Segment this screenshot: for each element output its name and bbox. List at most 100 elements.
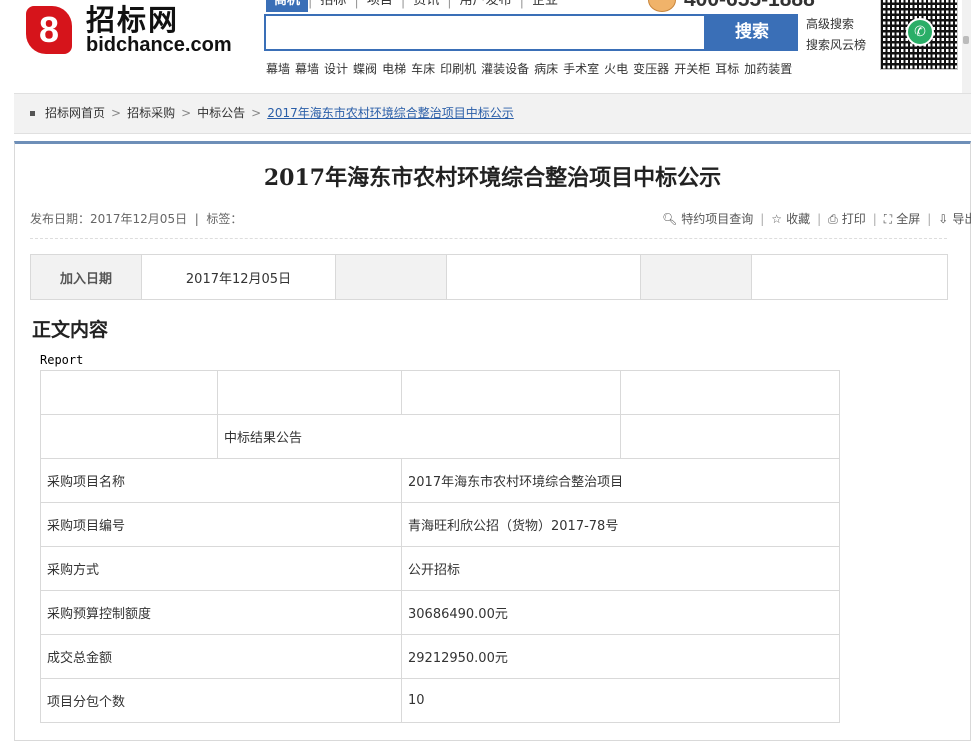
row-value: 29212950.00元 bbox=[401, 634, 840, 679]
hot-keyword[interactable]: 幕墙 bbox=[295, 60, 319, 78]
table-cell bbox=[40, 414, 218, 459]
row-value: 2017年海东市农村环境综合整治项目 bbox=[401, 458, 840, 503]
article-toolbar: 🔍︎ 特约项目查询 | ☆ 收藏 | ⎙ 打印 | ⛶ 全屏 | ⇩ 导出 bbox=[662, 211, 971, 227]
page-scrollbar[interactable] bbox=[962, 0, 971, 100]
breadcrumb-award-notice[interactable]: 中标公告 bbox=[197, 104, 245, 122]
logo-text[interactable]: 招标网 bbox=[86, 3, 179, 37]
row-label: 采购项目名称 bbox=[40, 458, 402, 503]
breadcrumb-current[interactable]: 2017年海东市农村环境综合整治项目中标公示 bbox=[267, 104, 514, 122]
tab-tender[interactable]: 招标 bbox=[312, 0, 354, 12]
row-label: 项目分包个数 bbox=[40, 678, 402, 723]
row-label: 采购方式 bbox=[40, 546, 402, 591]
hot-keyword[interactable]: 开关柜 bbox=[674, 60, 710, 78]
table-cell bbox=[401, 370, 621, 415]
hot-keyword[interactable]: 加药装置 bbox=[744, 60, 792, 78]
fullscreen-link[interactable]: 全屏 bbox=[896, 211, 920, 227]
hot-keyword[interactable]: 火电 bbox=[604, 60, 628, 78]
breadcrumb-bullet-icon bbox=[30, 110, 35, 116]
table-cell bbox=[620, 414, 840, 459]
chevron-right-icon: > bbox=[111, 106, 122, 120]
scrollbar-thumb[interactable] bbox=[963, 36, 969, 44]
table-cell bbox=[217, 370, 402, 415]
chevron-right-icon: > bbox=[181, 106, 192, 120]
hot-keyword[interactable]: 耳标 bbox=[715, 60, 739, 78]
add-date-label: 加入日期 bbox=[30, 254, 142, 300]
row-label: 采购预算控制额度 bbox=[40, 590, 402, 635]
print-icon: ⎙ bbox=[828, 212, 838, 226]
hotline-number: 400-655-1888 bbox=[684, 0, 815, 13]
advanced-search-link[interactable]: 高级搜索 bbox=[806, 16, 854, 32]
report-table: 中标结果公告 采购项目名称 2017年海东市农村环境综合整治项目 采购项目编号 … bbox=[40, 370, 840, 723]
hot-keyword[interactable]: 幕墙 bbox=[266, 60, 290, 78]
favorite-link[interactable]: 收藏 bbox=[786, 211, 810, 227]
export-link[interactable]: 导出 bbox=[952, 211, 971, 227]
row-label: 成交总金额 bbox=[40, 634, 402, 679]
info-label-cell bbox=[335, 254, 447, 300]
search-icon: 🔍︎ bbox=[662, 212, 678, 226]
table-row: 项目分包个数 10 bbox=[40, 678, 840, 723]
row-label: 采购项目编号 bbox=[40, 502, 402, 547]
info-table: 加入日期 2017年12月05日 bbox=[30, 254, 948, 300]
meta-separator: | bbox=[190, 212, 203, 226]
breadcrumb-procurement[interactable]: 招标采购 bbox=[127, 104, 175, 122]
star-icon: ☆ bbox=[771, 212, 783, 226]
row-value: 公开招标 bbox=[401, 546, 840, 591]
toolbar-separator: | bbox=[927, 212, 932, 226]
export-icon: ⇩ bbox=[938, 212, 949, 226]
hot-keyword[interactable]: 车床 bbox=[411, 60, 435, 78]
hot-keyword[interactable]: 手术室 bbox=[563, 60, 599, 78]
tab-user-publish[interactable]: 用户发布 bbox=[452, 0, 520, 12]
row-value: 青海旺利欣公招（货物）2017-78号 bbox=[401, 502, 840, 547]
hot-keyword[interactable]: 印刷机 bbox=[440, 60, 476, 78]
fullscreen-icon: ⛶ bbox=[883, 212, 893, 226]
chevron-right-icon: > bbox=[251, 106, 262, 120]
publish-date: 发布日期：2017年12月05日 bbox=[30, 212, 188, 226]
print-link[interactable]: 打印 bbox=[842, 211, 866, 227]
tags-label: 标签： bbox=[206, 212, 243, 226]
table-cell bbox=[620, 370, 840, 415]
info-label-cell bbox=[640, 254, 752, 300]
search-tabs: 商机 | 招标 | 项目 | 资讯 | 用户发布 | 企业 bbox=[266, 0, 566, 12]
search-input[interactable] bbox=[266, 16, 704, 49]
table-row: 中标结果公告 bbox=[40, 414, 840, 459]
toolbar-separator: | bbox=[872, 212, 877, 226]
add-date-value: 2017年12月05日 bbox=[141, 254, 336, 300]
toolbar-separator: | bbox=[817, 212, 822, 226]
customer-service-icon bbox=[648, 0, 676, 12]
special-project-query-link[interactable]: 特约项目查询 bbox=[681, 211, 753, 227]
table-row: 采购项目编号 青海旺利欣公招（货物）2017-78号 bbox=[40, 502, 840, 547]
divider bbox=[30, 238, 947, 239]
table-row: 成交总金额 29212950.00元 bbox=[40, 634, 840, 679]
tab-company[interactable]: 企业 bbox=[524, 0, 566, 12]
tab-news[interactable]: 资讯 bbox=[405, 0, 447, 12]
search-button[interactable]: 搜索 bbox=[706, 14, 798, 51]
tab-project[interactable]: 项目 bbox=[359, 0, 401, 12]
table-row: 采购项目名称 2017年海东市农村环境综合整治项目 bbox=[40, 458, 840, 503]
breadcrumb-home[interactable]: 招标网首页 bbox=[45, 104, 105, 122]
search-box bbox=[264, 14, 706, 51]
table-row: 采购方式 公开招标 bbox=[40, 546, 840, 591]
hot-keyword[interactable]: 蝶阀 bbox=[353, 60, 377, 78]
row-value: 30686490.00元 bbox=[401, 590, 840, 635]
hot-keywords: 幕墙 幕墙 设计 蝶阀 电梯 车床 印刷机 灌装设备 病床 手术室 火电 变压器… bbox=[266, 60, 792, 78]
page-title: 2017年海东市农村环境综合整治项目中标公示 bbox=[263, 165, 722, 191]
hot-keyword[interactable]: 灌装设备 bbox=[481, 60, 529, 78]
table-row bbox=[40, 370, 840, 415]
hot-keyword[interactable]: 变压器 bbox=[633, 60, 669, 78]
row-value: 10 bbox=[401, 678, 840, 723]
hot-keyword[interactable]: 设计 bbox=[324, 60, 348, 78]
logo-mark[interactable]: 8 bbox=[26, 6, 72, 54]
breadcrumb: 招标网首页 > 招标采购 > 中标公告 > 2017年海东市农村环境综合整治项目… bbox=[30, 104, 514, 122]
report-label: Report bbox=[40, 353, 84, 367]
info-value-cell bbox=[446, 254, 641, 300]
wechat-icon: ✆ bbox=[906, 18, 934, 46]
logo-domain[interactable]: bidchance.com bbox=[86, 34, 232, 56]
hot-keyword[interactable]: 病床 bbox=[534, 60, 558, 78]
table-row: 采购预算控制额度 30686490.00元 bbox=[40, 590, 840, 635]
hot-keyword[interactable]: 电梯 bbox=[382, 60, 406, 78]
table-cell bbox=[40, 370, 218, 415]
report-heading: 中标结果公告 bbox=[217, 414, 621, 459]
search-ranking-link[interactable]: 搜索风云榜 bbox=[806, 37, 866, 53]
section-title: 正文内容 bbox=[32, 319, 109, 341]
tab-business[interactable]: 商机 bbox=[266, 0, 309, 12]
